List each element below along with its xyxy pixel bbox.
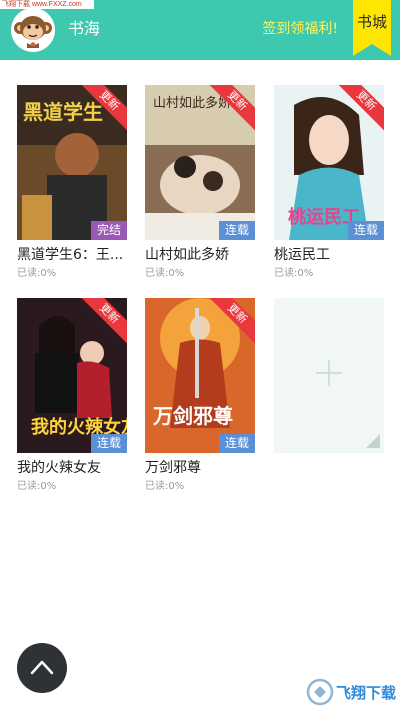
watermark-bottom: 飞翔下载 — [306, 677, 396, 707]
app-header: 书海 签到领福利! 书城 — [0, 0, 400, 60]
book-item[interactable]: 山村如此多娇 更新 连载 山村如此多娇 已读:0% — [145, 85, 255, 285]
svg-text:飞翔下载: 飞翔下载 — [336, 684, 396, 702]
book-title: 桃运民工 — [274, 247, 330, 263]
cover-title: 山村如此多娇 — [153, 95, 231, 111]
status-badge: 连载 — [218, 434, 255, 453]
watermark-logo-icon: 飞翔下载 — [306, 678, 396, 706]
book-item[interactable]: 我的火辣女友 更新 连载 我的火辣女友 已读:0% — [17, 298, 127, 498]
read-progress: 已读:0% — [17, 481, 57, 492]
avatar[interactable] — [11, 8, 55, 52]
read-progress: 已读:0% — [17, 268, 57, 279]
book-item[interactable]: 万剑邪尊 更新 连载 万剑邪尊 已读:0% — [145, 298, 255, 498]
book-cover[interactable]: 万剑邪尊 更新 连载 — [145, 298, 255, 453]
read-progress: 已读:0% — [145, 268, 185, 279]
book-cover[interactable]: 我的火辣女友 更新 连载 — [17, 298, 127, 453]
add-book-tile[interactable] — [274, 298, 384, 453]
cover-title: 万剑邪尊 — [152, 404, 233, 428]
book-title: 黑道学生6：王... — [17, 247, 124, 263]
book-cover[interactable]: 黑道学生 更新 完结 — [17, 85, 127, 240]
book-cover[interactable]: 山村如此多娇 更新 连载 — [145, 85, 255, 240]
monkey-avatar-icon — [11, 8, 55, 52]
book-title: 我的火辣女友 — [17, 460, 101, 476]
bookstore-tab-label: 书城 — [356, 13, 387, 31]
status-badge: 连载 — [347, 221, 384, 240]
status-badge: 完结 — [90, 221, 127, 240]
book-cover[interactable]: 桃运民工 更新 连载 — [274, 85, 384, 240]
book-item[interactable]: 桃运民工 更新 连载 桃运民工 已读:0% — [274, 85, 384, 285]
book-item[interactable]: 黑道学生 更新 完结 黑道学生6：王... 已读:0% — [17, 85, 127, 285]
status-badge: 连载 — [218, 221, 255, 240]
bookstore-tab[interactable]: 书城 — [353, 0, 391, 56]
status-badge: 连载 — [90, 434, 127, 453]
chevron-up-icon — [30, 660, 54, 675]
plus-icon — [316, 360, 380, 448]
page-title: 书海 — [68, 19, 101, 38]
cover-title: 黑道学生 — [23, 100, 103, 124]
scroll-top-button[interactable] — [17, 643, 67, 693]
book-title: 万剑邪尊 — [145, 460, 201, 476]
book-title: 山村如此多娇 — [145, 247, 229, 263]
signin-reward-link[interactable]: 签到领福利! — [262, 19, 338, 39]
read-progress: 已读:0% — [145, 481, 185, 492]
watermark-top: 飞翔下载 www.FXXZ.com — [0, 0, 94, 9]
read-progress: 已读:0% — [274, 268, 314, 279]
